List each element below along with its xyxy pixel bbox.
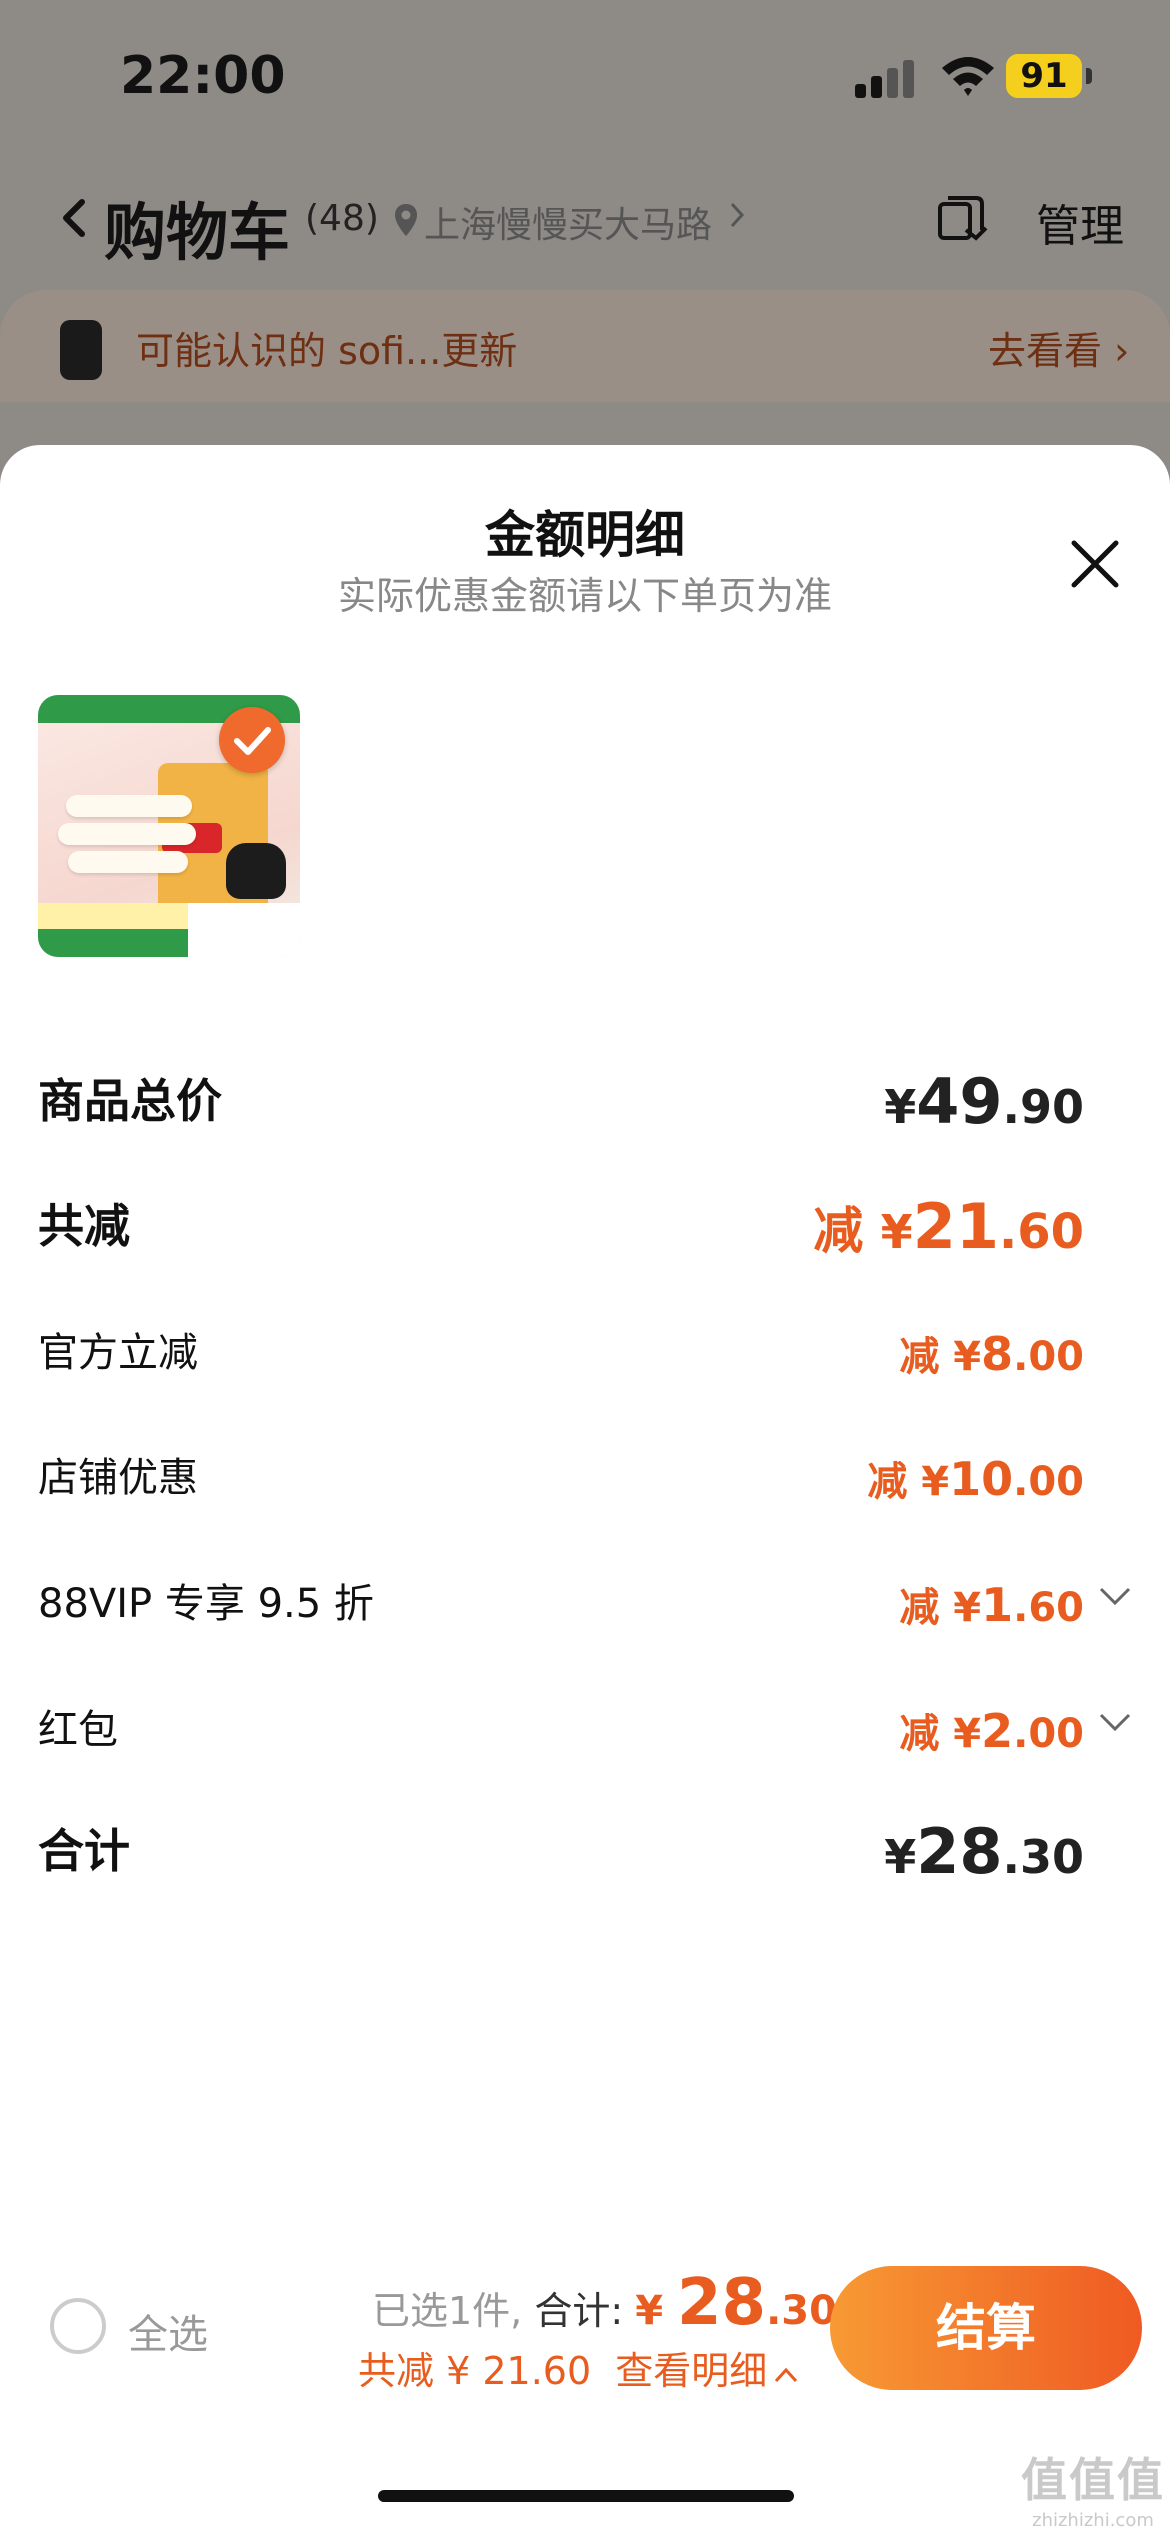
manage-button[interactable]: 管理 (1036, 190, 1124, 254)
selected-summary: 已选1件, 合计: ¥ 28.30 (372, 2266, 837, 2340)
delivery-address[interactable]: 上海慢慢买大马路 (424, 196, 712, 248)
row-label: 合计 (38, 1824, 130, 1878)
row-label: 商品总价 (38, 1074, 222, 1128)
product-thumbnail (38, 695, 300, 957)
row-vip-discount[interactable]: 88VIP 专享 9.5 折 减 ¥1.60 (38, 1571, 1132, 1632)
wifi-icon (942, 57, 994, 96)
row-total-price: 商品总价 ¥49.90 (38, 1065, 1132, 1138)
sheet-subtitle: 实际优惠金额请以下单页为准 (337, 574, 832, 618)
detail-link: 查看明细 (615, 2349, 768, 2393)
chevron-up-icon (775, 2367, 798, 2383)
row-label: 店铺优惠 (38, 1455, 198, 1501)
row-red-packet[interactable]: 红包 减 ¥2.00 (38, 1697, 1132, 1758)
row-shop-discount: 店铺优惠 减 ¥10.00 (38, 1445, 1132, 1506)
row-value: 减 ¥1.60 (899, 1578, 1084, 1632)
row-total-discount: 共减 减 ¥21.60 (38, 1190, 1132, 1263)
selected-check-icon (219, 707, 285, 773)
cellular-signal-icon (855, 60, 915, 98)
row-label: 红包 (38, 1707, 118, 1753)
cart-count: (48) (305, 198, 379, 239)
row-grand-total: 合计 ¥28.30 (38, 1815, 1132, 1888)
discount-text: 共减 ¥ 21.60 (358, 2349, 592, 2393)
row-label: 88VIP 专享 9.5 折 (38, 1581, 374, 1627)
row-label: 官方立减 (38, 1330, 198, 1376)
friend-update-notice[interactable]: 可能认识的 sofi...更新 去看看 › (0, 290, 1170, 402)
select-all-radio[interactable] (50, 2298, 106, 2354)
row-value: 减 ¥21.60 (813, 1190, 1084, 1263)
row-value: 减 ¥10.00 (867, 1452, 1084, 1506)
battery-icon: 91 (1006, 54, 1082, 98)
page-title: 购物车 (104, 196, 291, 269)
watermark: 值值值 zhizhizhi.com (1021, 2453, 1165, 2531)
amount-detail-sheet: 金额明细 实际优惠金额请以下单页为准 商品总价 ¥49.90 共减 减 ¥21.… (0, 445, 1170, 2532)
chevron-right-icon (730, 202, 745, 228)
avatar (60, 320, 102, 380)
multi-select-icon[interactable] (936, 194, 988, 246)
tmall-cat-logo (226, 843, 286, 899)
chevron-down-icon[interactable] (1098, 1585, 1132, 1607)
row-value: 减 ¥8.00 (899, 1327, 1084, 1381)
chevron-down-icon[interactable] (1098, 1711, 1132, 1733)
row-official-discount: 官方立减 减 ¥8.00 (38, 1320, 1132, 1381)
location-pin-icon (395, 204, 417, 236)
notice-link[interactable]: 去看看 › (988, 320, 1129, 375)
discount-summary[interactable]: 共减 ¥ 21.60 查看明细 (358, 2340, 799, 2395)
row-label: 共减 (38, 1199, 130, 1253)
status-time: 22:00 (120, 46, 286, 106)
sheet-title: 金额明细 (485, 506, 685, 564)
row-value: ¥28.30 (884, 1815, 1084, 1888)
nav-bar: 购物车 (48) 上海慢慢买大马路 管理 (0, 170, 1170, 270)
battery-tip (1086, 68, 1092, 84)
home-indicator (378, 2490, 794, 2502)
status-bar: 22:00 91 (0, 0, 1170, 150)
select-all-label[interactable]: 全选 (128, 2302, 208, 2360)
checkout-button[interactable]: 结算 (830, 2266, 1142, 2390)
notice-text: 可能认识的 sofi...更新 (136, 329, 518, 373)
row-value: 减 ¥2.00 (899, 1704, 1084, 1758)
close-icon[interactable] (1066, 535, 1124, 593)
row-value: ¥49.90 (884, 1065, 1084, 1138)
back-arrow-icon[interactable] (56, 198, 92, 238)
